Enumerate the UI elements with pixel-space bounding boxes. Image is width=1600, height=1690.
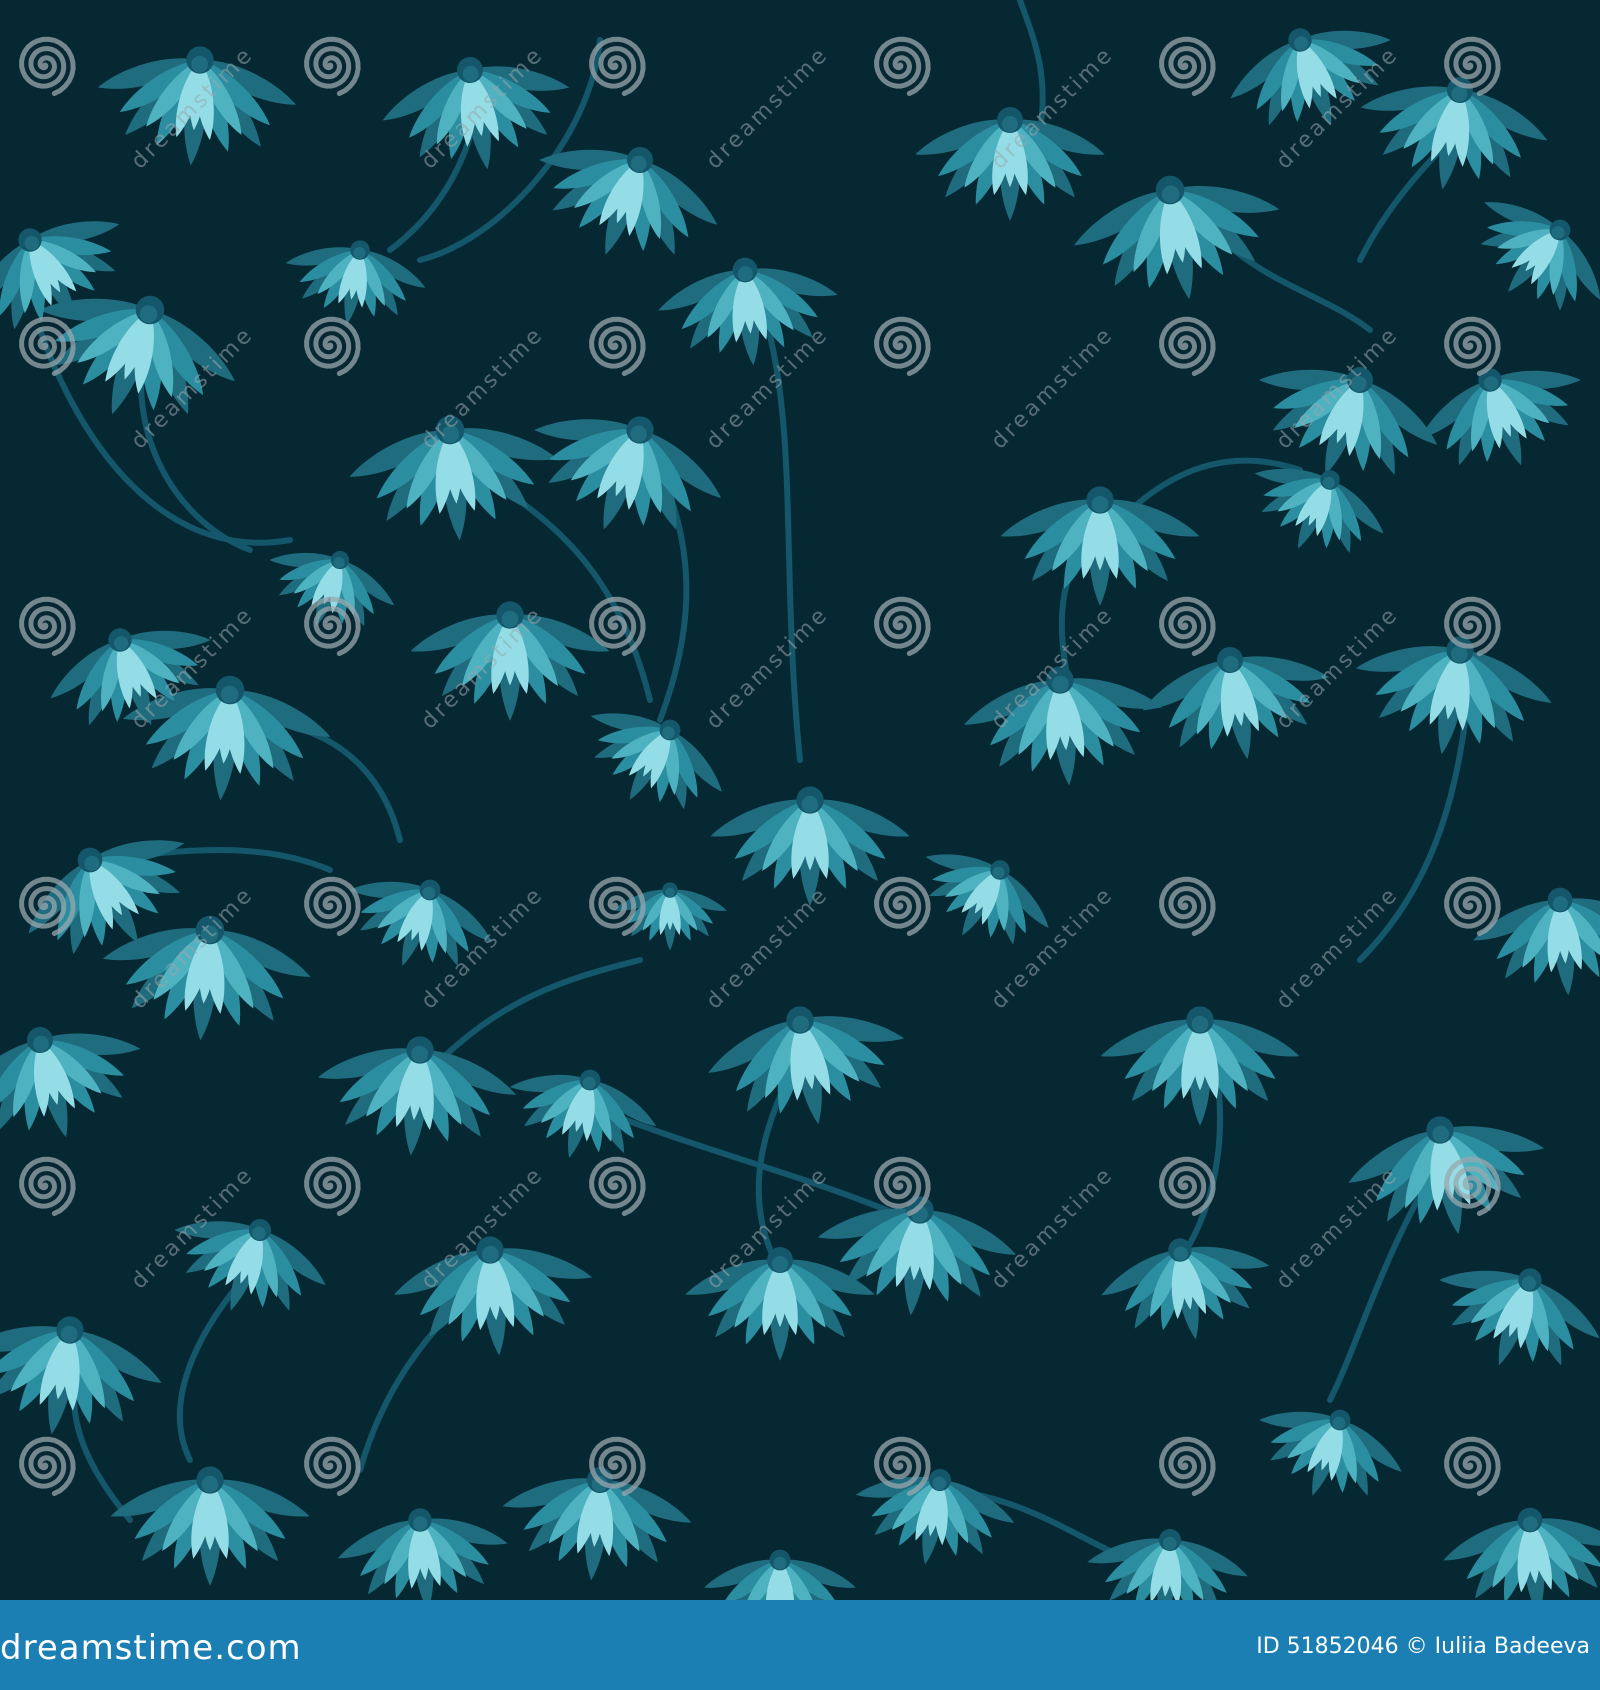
footer-credit-text: ID 51852046 © Iuliia Badeeva: [1256, 1634, 1590, 1659]
watermark-text: dreamstime: [987, 322, 1119, 454]
spiral-logo-icon: [304, 596, 361, 656]
spiral-logo-icon: [589, 316, 646, 376]
spiral-logo-icon: [19, 876, 76, 936]
spiral-logo-icon: [304, 316, 361, 376]
spiral-logo-icon: [1159, 1156, 1216, 1216]
spiral-logo-icon: [1159, 36, 1216, 96]
spiral-logo-icon: [1444, 1436, 1501, 1496]
flower-43: [1439, 1268, 1600, 1366]
spiral-logo-icon: [589, 876, 646, 936]
spiral-logo-icon: [1159, 876, 1216, 936]
flower-40: [174, 1218, 326, 1311]
flower-47: [855, 1468, 1015, 1565]
spiral-logo-icon: [19, 1436, 76, 1496]
footer-brand-text: dreamstime.com: [0, 1628, 302, 1668]
flower-16: [1000, 486, 1200, 606]
flower-49: [1443, 1507, 1600, 1600]
flower-36: [509, 1069, 657, 1158]
stem-18: [597, 1107, 913, 1223]
watermark-text: dreamstime: [702, 882, 834, 1014]
spiral-logo-icon: [874, 316, 931, 376]
spiral-logo-icon: [589, 36, 646, 96]
flower-46: [337, 1508, 508, 1600]
flower-45: [110, 1466, 310, 1586]
spiral-logo-icon: [1159, 316, 1216, 376]
pattern-image: dreamstime dreamstime dreamstime dreamstime…: [0, 0, 1600, 1600]
spiral-logo-icon: [19, 1156, 76, 1216]
flower-12: [1259, 367, 1438, 475]
flower-41: [1101, 1238, 1270, 1340]
spiral-logo-icon: [874, 596, 931, 656]
flower-38: [685, 1247, 875, 1361]
flower-13: [1420, 368, 1581, 466]
spiral-logo-icon: [1444, 316, 1501, 376]
spiral-logo-icon: [19, 36, 76, 96]
flower-39: [394, 1236, 593, 1356]
flower-15: [534, 416, 722, 530]
spiral-logo-icon: [874, 876, 931, 936]
flowers-layer: [0, 28, 1600, 1600]
watermark-text: dreamstime: [702, 42, 834, 174]
flower-31: [708, 1006, 905, 1125]
spiral-logo-icon: [19, 596, 76, 656]
spiral-logo-icon: [589, 1156, 646, 1216]
watermark-text: dreamstime: [702, 602, 834, 734]
spiral-logo-icon: [304, 36, 361, 96]
floral-pattern: dreamstime dreamstime dreamstime dreamstime…: [0, 0, 1600, 1600]
flower-11: [1480, 202, 1600, 311]
spiral-logo-icon: [304, 876, 361, 936]
spiral-logo-icon: [874, 36, 931, 96]
watermark-text: dreamstime: [1272, 882, 1404, 1014]
spiral-logo-icon: [304, 1156, 361, 1216]
flower-50: [704, 1549, 856, 1600]
flower-53: [269, 550, 395, 627]
spiral-logo-icon: [19, 316, 76, 376]
spiral-logo-icon: [304, 1436, 361, 1496]
flower-34: [0, 1027, 141, 1138]
spiral-logo-icon: [874, 1156, 931, 1216]
flower-30: [317, 1036, 516, 1156]
watermark-text: dreamstime: [987, 1162, 1119, 1294]
flower-51: [1087, 1528, 1248, 1600]
flower-33: [1100, 1006, 1300, 1126]
flower-42: [0, 1316, 162, 1435]
spiral-logo-icon: [1159, 1436, 1216, 1496]
flower-2: [539, 147, 718, 255]
flower-21: [964, 666, 1163, 786]
spiral-logo-icon: [1444, 876, 1501, 936]
flower-48: [1259, 1409, 1402, 1496]
flower-8: [1073, 175, 1280, 300]
flower-5: [285, 240, 426, 325]
spiral-logo-icon: [1159, 596, 1216, 656]
